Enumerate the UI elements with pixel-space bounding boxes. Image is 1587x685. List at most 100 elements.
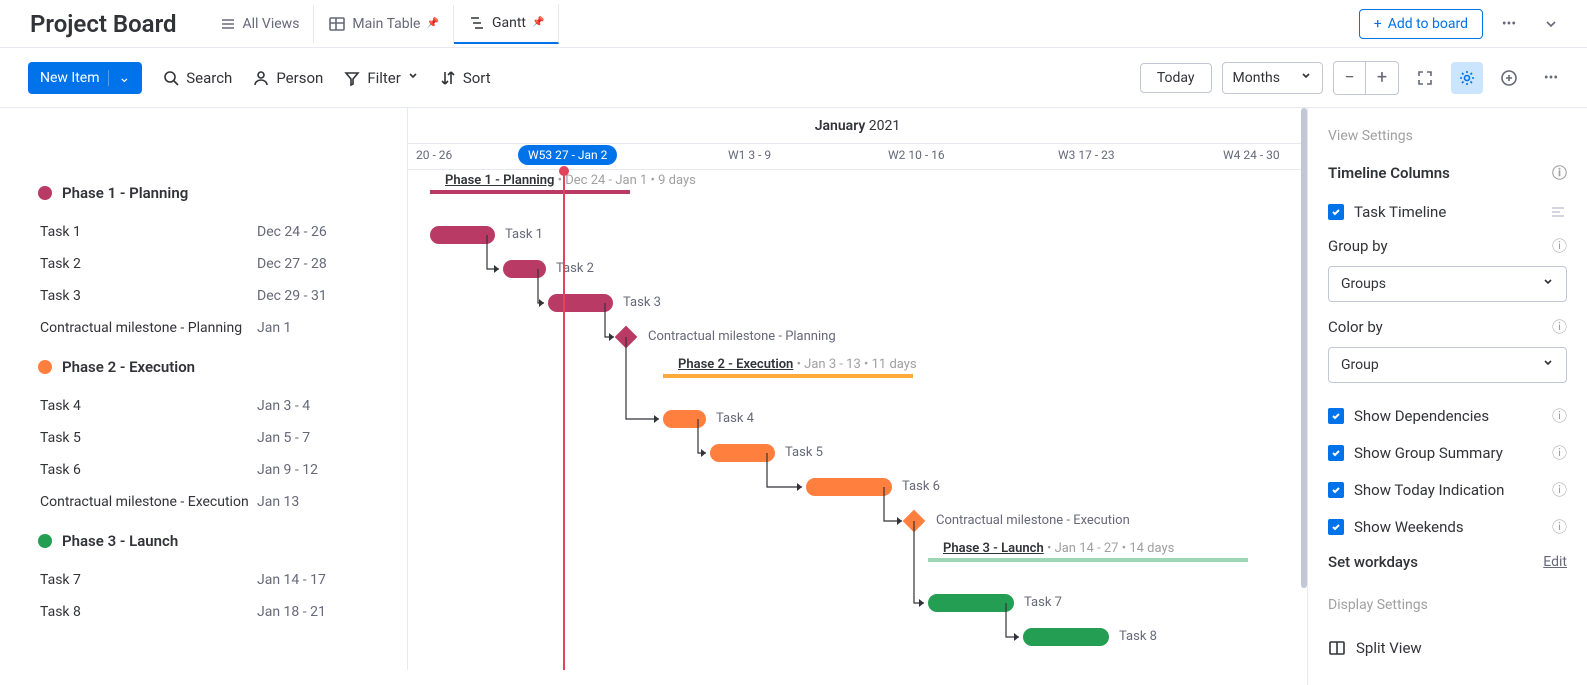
new-item-button[interactable]: New Item ⌄ xyxy=(28,62,142,94)
comment-icon xyxy=(1500,69,1518,87)
info-icon[interactable]: ⓘ xyxy=(1552,479,1567,500)
task-row[interactable]: Task 5Jan 5 - 7 xyxy=(0,422,407,454)
color-by-select[interactable]: Group xyxy=(1328,347,1567,383)
task-bar[interactable] xyxy=(928,594,1014,612)
info-icon[interactable]: ⓘ xyxy=(1552,516,1567,537)
show-dependencies-toggle[interactable]: Show Dependencies ⓘ xyxy=(1328,397,1567,434)
filter-button[interactable]: Filter xyxy=(343,69,419,87)
comments-button[interactable] xyxy=(1493,62,1525,94)
task-dates: Jan 1 xyxy=(257,320,367,336)
milestone-marker[interactable] xyxy=(903,510,926,533)
task-bar-label: Task 2 xyxy=(556,261,594,276)
edit-workdays-link[interactable]: Edit xyxy=(1543,554,1567,570)
tab-main-table[interactable]: Main Table 📌 xyxy=(314,5,454,43)
task-bar[interactable] xyxy=(663,410,706,428)
gantt-icon xyxy=(468,14,486,32)
phase-header[interactable]: Phase 3 - Launch xyxy=(0,518,407,564)
phase-header[interactable]: Phase 1 - Planning xyxy=(0,170,407,216)
tab-all-views[interactable]: All Views xyxy=(205,5,315,43)
checkbox-checked-icon[interactable] xyxy=(1328,204,1344,220)
gantt-task-row: Task 2 xyxy=(408,252,1307,286)
phase-name: Phase 3 - Launch xyxy=(62,532,178,550)
task-bar[interactable] xyxy=(430,226,495,244)
task-row[interactable]: Task 6Jan 9 - 12 xyxy=(0,454,407,486)
group-by-label: Group by ⓘ xyxy=(1328,235,1567,256)
task-bar-label: Task 6 xyxy=(902,479,940,494)
chevron-down-icon xyxy=(1542,356,1554,374)
view-settings-panel: View Settings Timeline Columns ⓘ Task Ti… xyxy=(1307,108,1587,685)
today-button[interactable]: Today xyxy=(1140,63,1212,93)
task-bar[interactable] xyxy=(503,260,546,278)
gantt-task-row: Contractual milestone - Execution xyxy=(408,504,1307,538)
task-bar[interactable] xyxy=(1023,628,1109,646)
collapse-button[interactable] xyxy=(1535,8,1567,40)
zoom-out-button[interactable]: − xyxy=(1334,62,1366,94)
task-bar-label: Contractual milestone - Planning xyxy=(648,329,836,344)
info-icon[interactable]: ⓘ xyxy=(1552,442,1567,463)
plus-icon: + xyxy=(1374,16,1382,32)
milestone-marker[interactable] xyxy=(615,326,638,349)
zoom-controls: − + xyxy=(1333,61,1399,95)
phase-summary-bar[interactable] xyxy=(430,190,630,194)
phase-summary-bar[interactable] xyxy=(928,558,1248,562)
time-unit-select[interactable]: Months xyxy=(1222,62,1323,94)
gantt-chart-panel[interactable]: January 2021 20 - 26W53 27 - Jan 2W1 3 -… xyxy=(408,108,1307,670)
checkbox-checked-icon[interactable] xyxy=(1328,519,1344,535)
gantt-task-row: Task 3 xyxy=(408,286,1307,320)
task-bar[interactable] xyxy=(806,478,892,496)
task-row[interactable]: Task 7Jan 14 - 17 xyxy=(0,564,407,596)
task-row[interactable]: Task 2Dec 27 - 28 xyxy=(0,248,407,280)
task-dates: Jan 14 - 17 xyxy=(257,572,367,588)
checkbox-checked-icon[interactable] xyxy=(1328,445,1344,461)
person-icon xyxy=(252,69,270,87)
pin-icon: 📌 xyxy=(532,17,544,28)
info-icon[interactable]: ⓘ xyxy=(1552,405,1567,426)
task-dates: Dec 24 - 26 xyxy=(257,224,367,240)
task-row[interactable]: Contractual milestone - ExecutionJan 13 xyxy=(0,486,407,518)
phase-summary-bar[interactable] xyxy=(663,374,913,378)
task-bar[interactable] xyxy=(548,294,613,312)
tab-gantt[interactable]: Gantt 📌 xyxy=(454,4,560,44)
add-to-board-button[interactable]: + Add to board xyxy=(1359,9,1483,39)
scroll-indicator xyxy=(1301,108,1307,588)
split-view-icon xyxy=(1328,639,1346,657)
person-filter-button[interactable]: Person xyxy=(252,69,323,87)
sort-button[interactable]: Sort xyxy=(439,69,491,87)
checkbox-checked-icon[interactable] xyxy=(1328,482,1344,498)
more-options-button[interactable]: ••• xyxy=(1493,8,1525,40)
settings-item-icon[interactable] xyxy=(1549,203,1567,221)
task-bar-label: Contractual milestone - Execution xyxy=(936,513,1130,528)
chevron-down-icon xyxy=(407,69,419,87)
search-button[interactable]: Search xyxy=(162,69,232,87)
fullscreen-button[interactable] xyxy=(1409,62,1441,94)
info-icon[interactable]: ⓘ xyxy=(1552,235,1567,256)
gantt-task-row: Task 5 xyxy=(408,436,1307,470)
phase-header[interactable]: Phase 2 - Execution xyxy=(0,344,407,390)
zoom-in-button[interactable]: + xyxy=(1366,62,1398,94)
task-row[interactable]: Task 8Jan 18 - 21 xyxy=(0,596,407,628)
task-bar-label: Task 1 xyxy=(505,227,543,242)
settings-button[interactable] xyxy=(1451,62,1483,94)
split-view-option[interactable]: Split View xyxy=(1328,631,1567,665)
info-icon[interactable]: ⓘ xyxy=(1552,316,1567,337)
task-row[interactable]: Task 1Dec 24 - 26 xyxy=(0,216,407,248)
show-weekends-toggle[interactable]: Show Weekends ⓘ xyxy=(1328,508,1567,545)
info-icon[interactable]: ⓘ xyxy=(1552,162,1567,183)
phase-summary-row: Phase 3 - Launch • Jan 14 - 27 • 14 days xyxy=(408,538,1307,586)
table-icon xyxy=(328,15,346,33)
show-today-toggle[interactable]: Show Today Indication ⓘ xyxy=(1328,471,1567,508)
task-dates: Jan 3 - 4 xyxy=(257,398,367,414)
group-by-select[interactable]: Groups xyxy=(1328,266,1567,302)
gantt-task-row: Task 1 xyxy=(408,218,1307,252)
gantt-week-header: 20 - 26W53 27 - Jan 2W1 3 - 9W2 10 - 16W… xyxy=(408,144,1307,170)
phase-summary-row: Phase 1 - Planning • Dec 24 - Jan 1 • 9 … xyxy=(408,170,1307,218)
show-group-summary-toggle[interactable]: Show Group Summary ⓘ xyxy=(1328,434,1567,471)
task-row[interactable]: Contractual milestone - PlanningJan 1 xyxy=(0,312,407,344)
task-list-panel: Phase 1 - PlanningTask 1Dec 24 - 26Task … xyxy=(0,108,408,670)
task-bar[interactable] xyxy=(710,444,775,462)
checkbox-checked-icon[interactable] xyxy=(1328,408,1344,424)
task-row[interactable]: Task 3Dec 29 - 31 xyxy=(0,280,407,312)
more-button[interactable]: ••• xyxy=(1535,62,1567,94)
task-timeline-toggle[interactable]: Task Timeline xyxy=(1328,195,1567,229)
task-row[interactable]: Task 4Jan 3 - 4 xyxy=(0,390,407,422)
